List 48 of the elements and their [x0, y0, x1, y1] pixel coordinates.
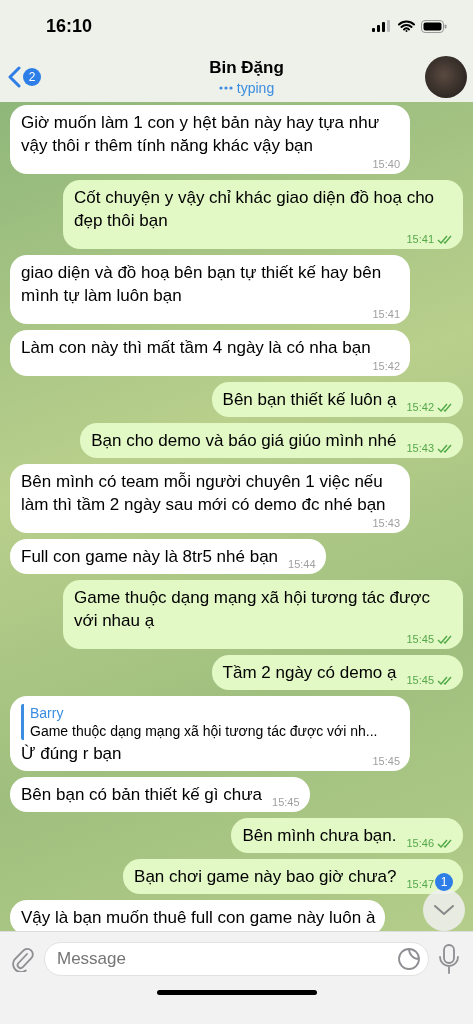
- message-time: 15:43: [372, 516, 400, 530]
- quote-author: Barry: [30, 704, 65, 722]
- paperclip-icon[interactable]: [10, 946, 34, 972]
- message-text: Bạn cho demo và báo giá giúo mình nhé: [91, 430, 397, 452]
- message-text: Bên bạn thiết kế luôn ạ: [222, 389, 397, 411]
- status-time: 16:10: [46, 15, 93, 37]
- typing-dots-icon: [218, 86, 233, 90]
- message-time: 15:44: [288, 557, 316, 571]
- message-text: Bạn chơi game này bao giờ chưa?: [134, 866, 397, 888]
- quote-text: Game thuộc dạng mạng xã hội tương tác được với nh...: [30, 722, 379, 740]
- message-text: Làm con này thì mất tầm 4 ngày là có nha bạn: [21, 337, 371, 359]
- unread-count-badge: 2: [23, 68, 41, 86]
- message-time: 15:45: [406, 632, 434, 646]
- back-button[interactable]: 2: [8, 66, 68, 88]
- message-text: Bên mình có team mỗi người chuyên 1 việc nếu làm thì tầm 2 ngày sau mới có demo đc nhé bạn: [21, 471, 387, 516]
- scroll-down-button[interactable]: [423, 889, 465, 931]
- sticker-icon[interactable]: [397, 947, 421, 971]
- wifi-icon: [398, 20, 415, 32]
- message-time: 15:45: [372, 754, 400, 768]
- message-time: 15:41: [406, 232, 434, 246]
- message-text: Vậy là bạn muốn thuê full con game này luôn à: [21, 907, 376, 929]
- message-text: Ừ đúng r bạn: [21, 743, 122, 765]
- message-text: Cốt chuyện y vậy chỉ khác giao diện đồ hoạ cho đẹp thôi bạn: [74, 187, 436, 232]
- message-time: 15:45: [406, 673, 434, 687]
- chevron-down-icon: [433, 904, 455, 916]
- message-input[interactable]: Message: [44, 942, 429, 976]
- microphone-icon[interactable]: [439, 944, 459, 974]
- message-text: Giờ muốn làm 1 con y hệt bản này hay tựa như vậy thôi r thêm tính năng khác vậy bạn: [21, 112, 381, 157]
- message-text: Game thuộc dạng mạng xã hội tương tác được với nhau ạ: [74, 587, 431, 632]
- message-time: 15:41: [372, 307, 400, 321]
- message-text: Bên bạn có bản thiết kế gì chưa: [21, 784, 263, 806]
- message-text: Bên mình chưa bạn.: [242, 825, 397, 847]
- typing-status: typing: [236, 80, 275, 96]
- message-text: Tầm 2 ngày có demo ạ: [222, 662, 397, 684]
- chat-title: Bin Đặng: [209, 58, 284, 78]
- message-text: Full con game này là 8tr5 nhé bạn: [21, 546, 279, 568]
- message-time: 15:43: [406, 441, 434, 455]
- avatar[interactable]: [425, 56, 467, 98]
- signal-icon: [372, 20, 392, 32]
- message-time: 15:42: [406, 400, 434, 414]
- message-text: giao diện và đồ hoạ bên bạn tự thiết kế hay bên mình tự làm luôn bạn: [21, 262, 383, 307]
- back-chevron-icon: [8, 66, 21, 88]
- message-time: 15:40: [372, 157, 400, 171]
- battery-icon: [421, 19, 447, 33]
- message-time: 15:47: [406, 877, 434, 891]
- message-time: 15:46: [406, 836, 434, 850]
- message-time: 15:42: [372, 359, 400, 373]
- message-time: 15:45: [272, 795, 300, 809]
